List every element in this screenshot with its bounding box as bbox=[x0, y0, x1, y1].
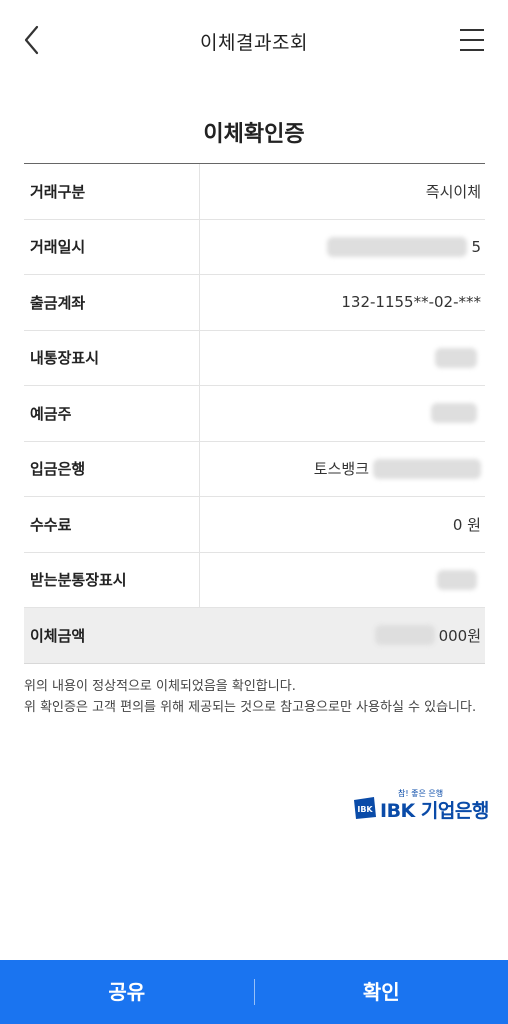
table-row: 입금은행 토스뱅크 bbox=[24, 441, 485, 497]
table-row: 내통장표시 bbox=[24, 330, 485, 386]
svg-text:IBK: IBK bbox=[357, 805, 373, 814]
row-label-transaction-type: 거래구분 bbox=[30, 182, 86, 201]
bottom-action-bar: 공유 확인 bbox=[0, 960, 508, 1024]
row-label-deposit-bank: 입금은행 bbox=[30, 460, 86, 479]
share-button[interactable]: 공유 bbox=[0, 960, 254, 1024]
ibk-logo-icon: IBK bbox=[354, 797, 376, 819]
certificate-title: 이체확인증 bbox=[203, 122, 305, 147]
row-label-recipient-passbook-memo: 받는분통장표시 bbox=[30, 571, 127, 590]
row-value-withdrawal-account: 132-1155**-02-*** bbox=[341, 293, 481, 312]
menu-button[interactable] bbox=[456, 24, 488, 56]
table-row: 이체금액 000원 bbox=[24, 608, 485, 664]
notice-line-2: 위 확인증은 고객 편의를 위해 제공되는 것으로 참고용으로만 사용하실 수 … bbox=[24, 700, 477, 715]
table-row: 받는분통장표시 bbox=[24, 552, 485, 608]
app-header: 이체결과조회 bbox=[0, 0, 508, 80]
transfer-detail-table: 거래구분 즉시이체 거래일시 5 출금계좌 132-1155**-02-*** … bbox=[24, 163, 485, 664]
row-label-withdrawal-account: 출금계좌 bbox=[30, 293, 86, 312]
row-value-transfer-amount: 000원 bbox=[374, 625, 481, 646]
table-row: 출금계좌 132-1155**-02-*** bbox=[24, 275, 485, 331]
row-label-fee: 수수료 bbox=[30, 515, 72, 534]
hamburger-menu-icon bbox=[460, 29, 484, 51]
row-label-transfer-amount: 이체금액 bbox=[30, 626, 86, 645]
row-value-deposit-bank: 토스뱅크 bbox=[314, 458, 481, 479]
ibk-logo: 참! 좋은 은행 IBK IBK 기업은행 bbox=[352, 788, 489, 822]
confirmation-notice: 위의 내용이 정상적으로 이체되었음을 확인합니다. 위 확인증은 고객 편의를… bbox=[24, 676, 488, 718]
logo-text: IBK 기업은행 bbox=[380, 800, 489, 822]
row-label-transaction-datetime: 거래일시 bbox=[30, 238, 86, 257]
row-value-transaction-type: 즉시이체 bbox=[425, 182, 481, 201]
notice-line-1: 위의 내용이 정상적으로 이체되었음을 확인합니다. bbox=[24, 679, 296, 694]
row-label-my-passbook-memo: 내통장표시 bbox=[30, 349, 100, 368]
table-row: 거래구분 즉시이체 bbox=[24, 164, 485, 220]
row-value-transaction-datetime: 5 bbox=[327, 236, 481, 257]
table-row: 거래일시 5 bbox=[24, 219, 485, 275]
row-label-account-holder: 예금주 bbox=[30, 404, 72, 423]
table-row: 수수료 0 원 bbox=[24, 497, 485, 553]
table-row: 예금주 bbox=[24, 386, 485, 442]
page-title: 이체결과조회 bbox=[200, 32, 308, 54]
row-value-fee: 0 원 bbox=[452, 515, 481, 534]
row-value-recipient-passbook-memo bbox=[437, 569, 481, 590]
confirm-button[interactable]: 확인 bbox=[255, 960, 508, 1024]
row-value-account-holder bbox=[431, 403, 481, 424]
row-value-my-passbook-memo bbox=[435, 347, 481, 368]
